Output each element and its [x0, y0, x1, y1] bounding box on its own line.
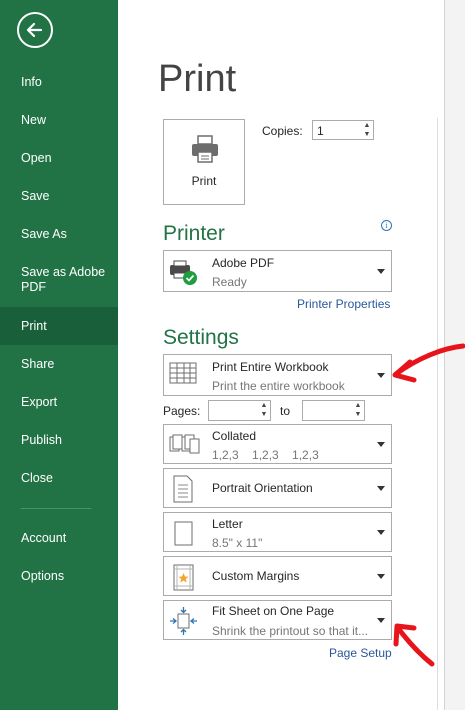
chevron-down-icon — [377, 486, 385, 491]
pages-from-down-icon[interactable]: ▼ — [260, 411, 268, 419]
pages-label: Pages: — [163, 404, 201, 418]
page-setup-link[interactable]: Page Setup — [329, 646, 392, 660]
print-button-label: Print — [191, 174, 217, 188]
printer-dropdown[interactable]: Adobe PDF Ready — [163, 250, 392, 292]
scaling-title: Fit Sheet on One Page — [212, 604, 335, 618]
scaling-dropdown[interactable]: Fit Sheet on One Page Shrink the printou… — [163, 600, 392, 640]
nav-save-as[interactable]: Save As — [0, 227, 118, 242]
orientation-title: Portrait Orientation — [212, 481, 313, 495]
back-button[interactable] — [17, 12, 53, 48]
printer-heading: Printer — [163, 222, 225, 245]
chevron-down-icon — [377, 269, 385, 274]
pages-from-up-icon[interactable]: ▲ — [260, 402, 268, 410]
print-button[interactable]: Print — [163, 119, 245, 205]
print-scope-title: Print Entire Workbook — [212, 360, 329, 374]
nav-print[interactable]: Print — [0, 307, 118, 345]
copies-up-icon[interactable]: ▲ — [363, 122, 371, 130]
paper-size-dropdown[interactable]: Letter 8.5" x 11" — [163, 512, 392, 552]
print-scope-subtitle: Print the entire workbook — [212, 379, 345, 393]
chevron-down-icon — [377, 442, 385, 447]
annotation-arrow-icon — [393, 623, 435, 667]
nav-share[interactable]: Share — [0, 357, 118, 372]
page-title: Print — [158, 58, 237, 100]
nav-options[interactable]: Options — [0, 569, 118, 584]
annotation-arrow-icon — [392, 343, 465, 383]
nav-new[interactable]: New — [0, 113, 118, 128]
chevron-down-icon — [377, 618, 385, 623]
pages-to-down-icon[interactable]: ▼ — [354, 411, 362, 419]
nav-divider — [21, 508, 91, 509]
printer-status: Ready — [212, 275, 247, 289]
chevron-down-icon — [377, 574, 385, 579]
printer-properties-link[interactable]: Printer Properties — [297, 297, 390, 311]
to-label: to — [280, 404, 291, 418]
chevron-down-icon — [377, 530, 385, 535]
copies-input[interactable]: 1 ▲ ▼ — [312, 120, 374, 140]
workbook-grid-icon — [169, 362, 197, 384]
chevron-down-icon — [377, 373, 385, 378]
copies-value: 1 — [317, 124, 324, 138]
nav-account[interactable]: Account — [0, 531, 118, 546]
print-scope-dropdown[interactable]: Print Entire Workbook Print the entire w… — [163, 354, 392, 396]
nav-publish[interactable]: Publish — [0, 433, 118, 448]
collation-subtitle: 1,2,3 1,2,3 1,2,3 — [212, 448, 319, 462]
nav-save[interactable]: Save — [0, 189, 118, 204]
pages-to-up-icon[interactable]: ▲ — [354, 402, 362, 410]
backstage-sidebar: Info New Open Save Save As Save as Adobe… — [0, 0, 118, 710]
copies-down-icon[interactable]: ▼ — [363, 131, 371, 139]
collation-title: Collated — [212, 429, 257, 443]
fit-to-page-icon — [170, 607, 197, 635]
margins-dropdown[interactable]: Custom Margins — [163, 556, 392, 596]
collation-dropdown[interactable]: Collated 1,2,3 1,2,3 1,2,3 — [163, 424, 392, 464]
settings-heading: Settings — [163, 326, 239, 349]
paper-size-title: Letter — [212, 517, 243, 531]
nav-save-as-adobe-pdf[interactable]: Save as Adobe PDF — [0, 265, 118, 295]
nav-info[interactable]: Info — [0, 75, 118, 90]
pages-to-input[interactable]: ▲ ▼ — [302, 400, 365, 421]
custom-margins-icon — [173, 564, 194, 591]
paper-size-icon — [174, 521, 193, 546]
back-arrow-icon — [26, 22, 43, 38]
portrait-page-icon — [173, 475, 193, 503]
printer-ready-icon — [170, 260, 197, 285]
copies-label: Copies: — [262, 124, 303, 138]
paper-size-subtitle: 8.5" x 11" — [212, 536, 263, 550]
pages-from-input[interactable]: ▲ ▼ — [208, 400, 271, 421]
orientation-dropdown[interactable]: Portrait Orientation — [163, 468, 392, 508]
info-icon[interactable]: i — [381, 220, 392, 231]
nav-open[interactable]: Open — [0, 151, 118, 166]
printer-icon — [192, 135, 218, 163]
scaling-subtitle: Shrink the printout so that it... — [212, 624, 369, 638]
nav-close[interactable]: Close — [0, 471, 118, 486]
printer-name: Adobe PDF — [212, 256, 275, 270]
nav-export[interactable]: Export — [0, 395, 118, 410]
collated-pages-icon — [169, 434, 200, 454]
margins-title: Custom Margins — [212, 569, 300, 583]
